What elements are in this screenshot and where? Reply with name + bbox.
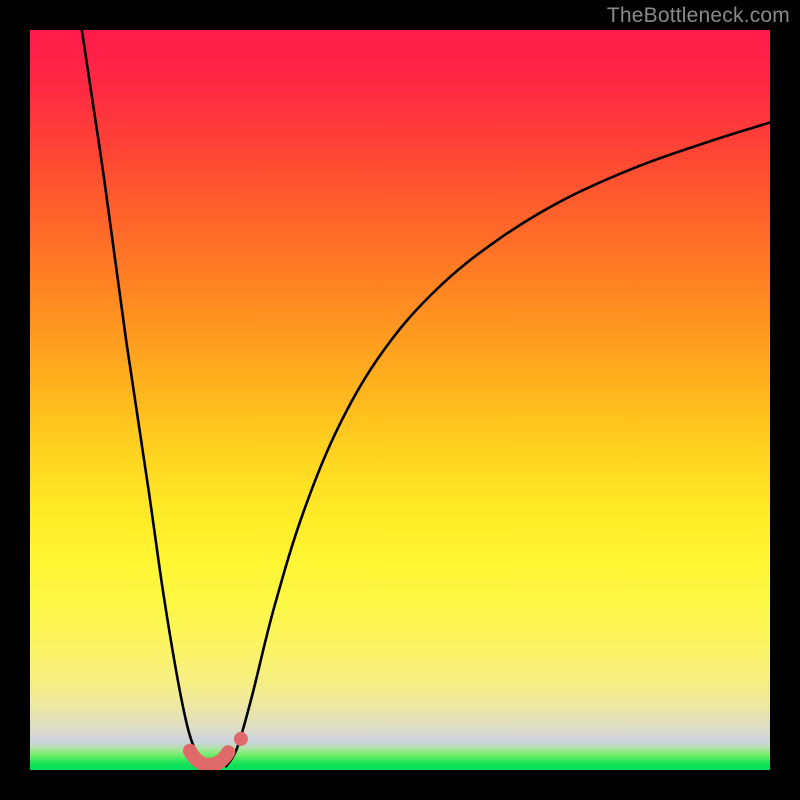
plot-area xyxy=(30,30,770,770)
left-curve xyxy=(82,30,206,766)
chart-frame: TheBottleneck.com xyxy=(0,0,800,800)
right-curve xyxy=(226,123,770,767)
watermark-text: TheBottleneck.com xyxy=(607,4,790,28)
marker-outlier xyxy=(234,732,248,746)
curves-layer xyxy=(30,30,770,770)
marker-cluster xyxy=(190,751,228,765)
